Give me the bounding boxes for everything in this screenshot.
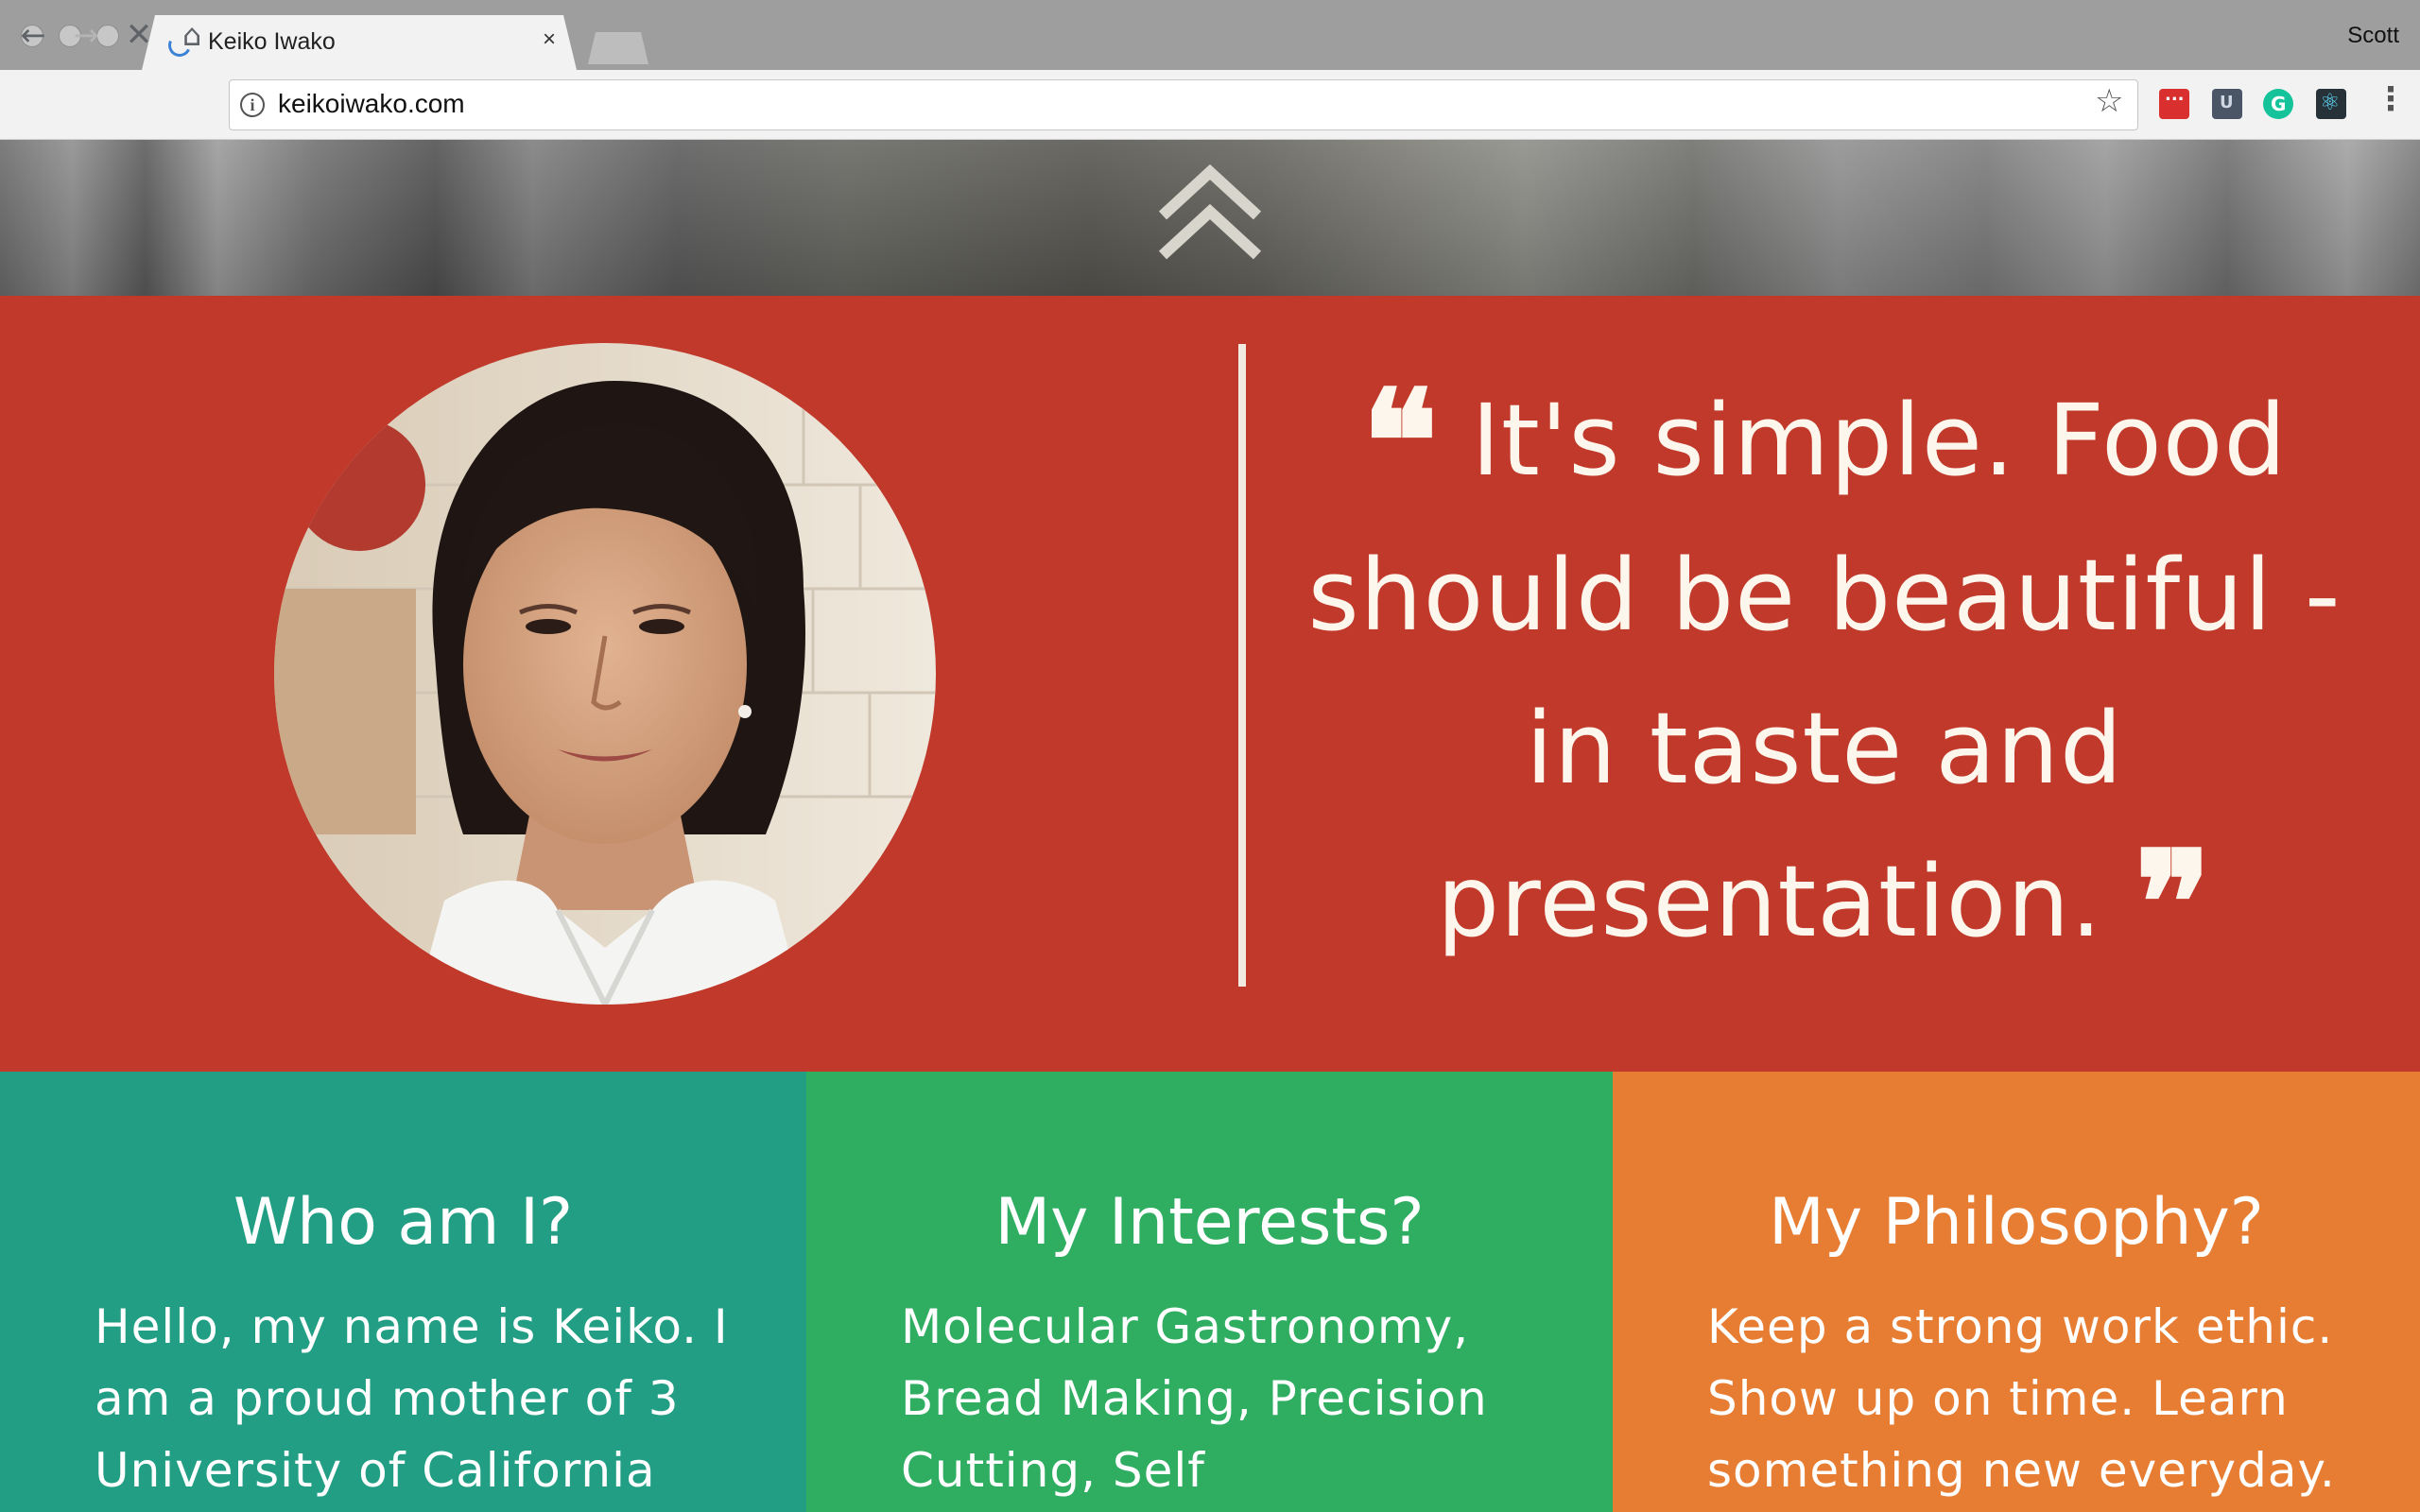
section-text: Hello, my name is Keiko. I am a proud mo…: [95, 1299, 729, 1498]
extension-icon-1[interactable]: [2159, 85, 2189, 119]
section-text: Keep a strong work ethic. Show up on tim…: [1707, 1299, 2336, 1498]
close-quote-icon: ❞: [2135, 820, 2213, 987]
my-philosophy-section: My Philosophy? Keep a strong work ethic.…: [1613, 1072, 2420, 1512]
site-info-icon[interactable]: i: [240, 93, 265, 117]
my-interests-section: My Interests? Molecular Gastronomy, Brea…: [806, 1072, 1613, 1512]
who-am-i-section: Who am I? Hello, my name is Keiko. I am …: [0, 1072, 806, 1512]
open-quote-icon: ❝: [1361, 359, 1440, 525]
browser-menu-button[interactable]: ⋮: [2375, 83, 2407, 115]
quote-line-4: presentation.: [1436, 844, 2103, 959]
forward-button[interactable]: →: [68, 17, 104, 53]
quote-text: ❝ It's simple. Food should be beautiful …: [1295, 364, 2354, 980]
extension-icon-2[interactable]: [2212, 89, 2242, 119]
quote-divider: [1238, 344, 1246, 987]
tab-title: Keiko Iwako: [208, 28, 336, 55]
section-title: My Philosophy?: [1769, 1185, 2264, 1260]
quote-line-3: in taste and: [1525, 691, 2124, 806]
quote-line-1: It's simple. Food: [1471, 383, 2288, 498]
section-title: Who am I?: [233, 1185, 574, 1260]
bookmark-star-icon[interactable]: ☆: [2095, 85, 2123, 117]
back-button[interactable]: ←: [15, 17, 51, 53]
home-button[interactable]: ⌂: [174, 17, 210, 53]
section-title: My Interests?: [994, 1185, 1425, 1260]
double-chevron-up-icon[interactable]: [1155, 161, 1265, 265]
grammarly-extension-icon[interactable]: [2263, 89, 2293, 119]
section-text: Molecular Gastronomy, Bread Making, Prec…: [901, 1299, 1488, 1498]
stop-loading-button[interactable]: ✕: [121, 17, 157, 53]
portrait-photo: [274, 343, 936, 1005]
quote-line-2: should be beautiful -: [1307, 538, 2342, 653]
profile-name[interactable]: Scott: [2347, 23, 2399, 49]
tab-close-button[interactable]: ×: [543, 28, 556, 51]
url-text[interactable]: keikoiwako.com: [278, 89, 465, 119]
react-devtools-extension-icon[interactable]: [2316, 89, 2346, 119]
address-bar[interactable]: [229, 79, 2138, 130]
new-tab-button[interactable]: [588, 32, 648, 64]
